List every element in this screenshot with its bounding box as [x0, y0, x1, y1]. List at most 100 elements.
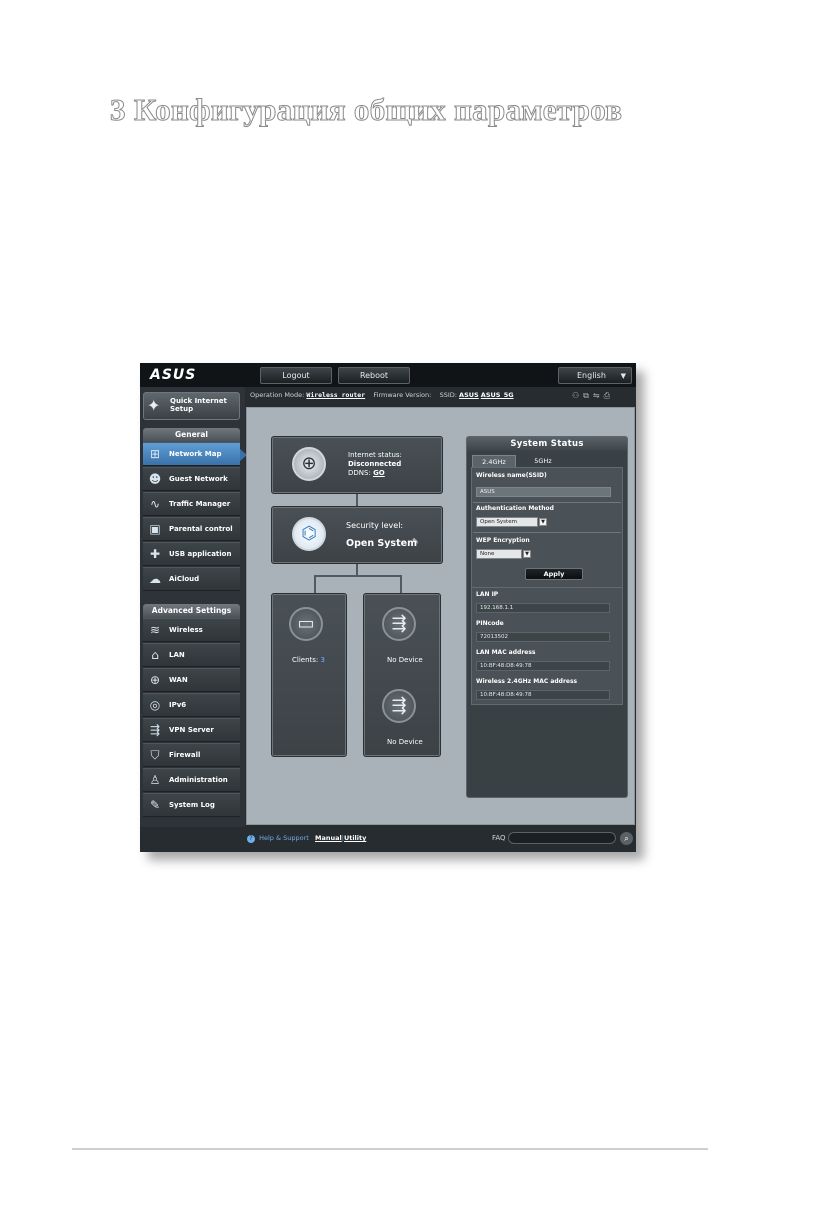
operation-mode-bar: Operation Mode: Wireless router Firmware… — [250, 391, 514, 399]
ddns-label: DDNS: — [348, 469, 371, 477]
ddns-go-link[interactable]: GO — [373, 469, 385, 477]
auth-method-label: Authentication Method — [476, 505, 554, 512]
lan-ip-value: 192.168.1.1 — [476, 603, 610, 613]
divider — [473, 502, 621, 503]
wep-encryption-label: WEP Encryption — [476, 537, 530, 544]
sidebar: ✦ Quick Internet Setup General ⊞ Network… — [140, 387, 247, 827]
ipv6-icon: ◎ — [149, 698, 161, 712]
printer-status-icon[interactable]: ⎙ — [604, 391, 614, 400]
manual-link[interactable]: Manual — [315, 834, 342, 842]
globe-icon: ⊕ — [292, 447, 326, 481]
sidebar-item-network-map[interactable]: ⊞ Network Map — [143, 442, 247, 466]
sidebar-item-traffic-manager[interactable]: ∿ Traffic Manager — [143, 492, 240, 516]
wep-encryption-select[interactable]: None — [476, 549, 522, 559]
connector-line — [314, 575, 316, 593]
ssid-label: SSID: — [439, 391, 457, 399]
sidebar-item-vpn-server[interactable]: ⇶ VPN Server — [143, 718, 240, 742]
magic-wand-icon: ✦ — [147, 396, 161, 415]
op-mode-link[interactable]: Wireless router — [306, 391, 365, 399]
faq-search-input[interactable] — [508, 832, 616, 844]
sidebar-item-label: USB application — [169, 550, 232, 558]
ssid-5-link[interactable]: ASUS_5G — [481, 391, 514, 399]
sidebar-item-label: Network Map — [169, 450, 222, 458]
edit-security-icon[interactable]: ✎ — [412, 537, 419, 546]
sidebar-item-wireless[interactable]: ≋ Wireless — [143, 618, 240, 642]
lan-mac-label: LAN MAC address — [476, 649, 536, 656]
faq-label: FAQ — [492, 834, 506, 842]
sidebar-item-ipv6[interactable]: ◎ IPv6 — [143, 693, 240, 717]
clients-label: Clients: — [292, 656, 319, 664]
sidebar-item-label: LAN — [169, 651, 185, 659]
chevron-down-icon[interactable]: ▼ — [523, 550, 531, 558]
language-select[interactable]: English ▼ — [558, 367, 632, 384]
sidebar-item-label: Traffic Manager — [169, 500, 231, 508]
reboot-button[interactable]: Reboot — [338, 367, 410, 384]
vpn-server-icon: ⇶ — [149, 723, 161, 737]
usb-status-icon[interactable]: ⇋ — [593, 391, 604, 400]
usb2-status: No Device — [387, 738, 423, 746]
usb-icon[interactable]: ⇶ — [382, 689, 416, 723]
general-header: General — [143, 428, 240, 442]
sidebar-item-aicloud[interactable]: ☁ AiCloud — [143, 567, 240, 591]
op-mode-label: Operation Mode: — [250, 391, 305, 399]
client-status-icon[interactable]: ⚇ — [572, 391, 583, 400]
bottom-rule — [72, 1148, 708, 1150]
internet-status-label: Internet status: — [348, 451, 402, 459]
tab-2-4ghz[interactable]: 2.4GHz — [472, 455, 516, 467]
ssid-24-link[interactable]: ASUS — [459, 391, 479, 399]
connector-line — [356, 494, 358, 506]
wireless-name-label: Wireless name(SSID) — [476, 472, 547, 479]
advanced-settings-header: Advanced Settings — [143, 604, 240, 618]
language-value: English — [577, 371, 606, 380]
question-icon: ? — [247, 835, 255, 843]
sidebar-item-wan[interactable]: ⊕ WAN — [143, 668, 240, 692]
security-level-label: Security level: — [346, 521, 404, 530]
wireless-mac-label: Wireless 2.4GHz MAC address — [476, 678, 578, 685]
firmware-label: Firmware Version: — [373, 391, 432, 399]
sidebar-item-system-log[interactable]: ✎ System Log — [143, 793, 240, 817]
apply-button[interactable]: Apply — [525, 568, 583, 580]
connector-line — [400, 575, 402, 593]
lan-mac-value: 10:BF:48:D8:49:78 — [476, 661, 610, 671]
usb-icon[interactable]: ⇶ — [382, 607, 416, 641]
copy-status-icon[interactable]: ⧉ — [583, 391, 593, 400]
sidebar-item-firewall[interactable]: ⛉ Firewall — [143, 743, 240, 767]
divider — [473, 532, 621, 533]
tab-5ghz[interactable]: 5GHz — [521, 455, 565, 467]
sidebar-item-administration[interactable]: ♙ Administration — [143, 768, 240, 792]
security-level-value: Open System — [346, 538, 417, 549]
sidebar-item-guest-network[interactable]: ☻ Guest Network — [143, 467, 240, 491]
sidebar-item-label: Administration — [169, 776, 228, 784]
pincode-label: PINcode — [476, 620, 504, 627]
logout-button[interactable]: Logout — [260, 367, 332, 384]
internet-status-card[interactable]: ⊕ Internet status: Disconnected DDNS: GO — [271, 436, 443, 494]
administration-icon: ♙ — [149, 773, 161, 787]
router-screenshot: ASUS Logout Reboot English ▼ Operation M… — [140, 363, 636, 852]
wireless-name-input[interactable]: ASUS — [476, 487, 611, 497]
document-title: 3 Конфигурация общих параметров — [109, 92, 623, 128]
sidebar-item-usb-application[interactable]: ✚ USB application — [143, 542, 240, 566]
usb-application-icon: ✚ — [149, 547, 161, 561]
sidebar-item-label: Wireless — [169, 626, 203, 634]
internet-status-value: Disconnected — [348, 460, 402, 468]
utility-link[interactable]: Utility — [344, 834, 366, 842]
network-map-icon: ⊞ — [149, 447, 161, 461]
clients-count[interactable]: 3 — [321, 656, 325, 664]
sidebar-item-lan[interactable]: ⌂ LAN — [143, 643, 240, 667]
parental-control-icon: ▣ — [149, 522, 161, 536]
system-log-icon: ✎ — [149, 798, 161, 812]
chevron-down-icon[interactable]: ▼ — [539, 518, 547, 526]
usb1-status: No Device — [387, 656, 423, 664]
sidebar-item-label: Parental control — [169, 525, 233, 533]
quick-internet-setup-button[interactable]: ✦ Quick Internet Setup — [143, 392, 240, 420]
asus-logo: ASUS — [150, 367, 197, 383]
clients-card[interactable]: ▭ Clients: 3 — [271, 593, 347, 757]
system-status-panel: System Status 2.4GHz 5GHz Wireless name(… — [466, 436, 628, 798]
sidebar-item-label: Guest Network — [169, 475, 228, 483]
top-bar: ASUS Logout Reboot English ▼ — [140, 363, 636, 387]
auth-method-select[interactable]: Open System — [476, 517, 538, 527]
search-icon[interactable]: ⌕ — [620, 832, 633, 845]
security-level-card[interactable]: ⌬ Security level: Open System ✎ — [271, 506, 443, 564]
connector-line — [314, 575, 401, 577]
sidebar-item-parental-control[interactable]: ▣ Parental control — [143, 517, 240, 541]
